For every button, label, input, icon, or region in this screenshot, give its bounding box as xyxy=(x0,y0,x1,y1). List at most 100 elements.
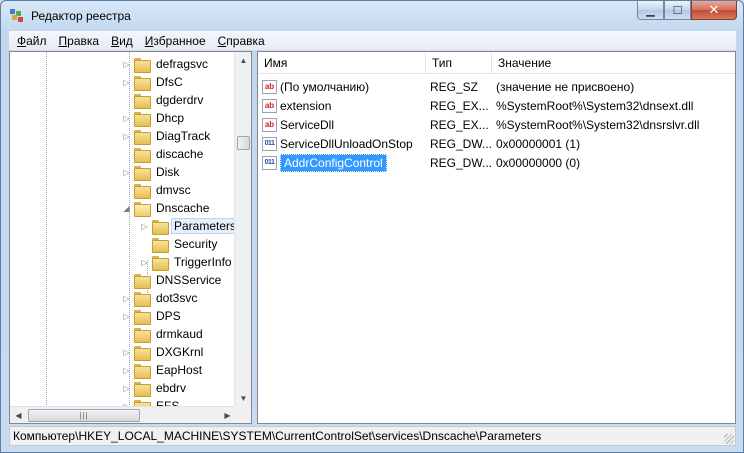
tree-item[interactable]: ▷ EapHost xyxy=(122,361,205,379)
tree-item[interactable]: Security xyxy=(140,235,220,253)
tree-item[interactable]: dgderdrv xyxy=(122,91,206,109)
value-row[interactable]: 011 ServiceDllUnloadOnStop REG_DW... 0x0000… xyxy=(262,134,735,153)
expand-toggle-icon[interactable]: ▷ xyxy=(122,132,131,141)
tree-item-label: Dhcp xyxy=(156,111,185,125)
value-name: (По умолчанию) xyxy=(280,79,370,94)
expand-toggle-icon[interactable]: ▷ xyxy=(140,222,149,231)
tree-item-label: DNSService xyxy=(156,273,222,287)
value-row[interactable]: ab extension REG_EX... %SystemRoot%\System3… xyxy=(262,96,735,115)
tree-item[interactable]: discache xyxy=(122,145,206,163)
expand-toggle-icon[interactable]: ◢ xyxy=(122,204,131,213)
column-header-name[interactable]: Имя xyxy=(258,52,426,74)
value-row[interactable]: ab (По умолчанию) REG_SZ (значение не присв… xyxy=(262,77,735,96)
menu-edit[interactable]: Правка xyxy=(53,34,106,48)
tree-item[interactable]: drmkaud xyxy=(122,325,206,343)
scroll-left-icon[interactable]: ◀ xyxy=(10,407,27,423)
folder-icon xyxy=(152,237,169,253)
string-value-icon: ab xyxy=(262,79,277,94)
expand-toggle-icon[interactable]: ▷ xyxy=(140,258,149,267)
menu-help-label: правка xyxy=(226,33,265,48)
value-data: %SystemRoot%\System32\dnsext.dll xyxy=(496,98,694,113)
tree-item[interactable]: ▷ Disk xyxy=(122,163,182,181)
minimize-button[interactable]: ▁ xyxy=(637,1,664,20)
menu-view[interactable]: Вид xyxy=(105,34,139,48)
menu-file[interactable]: Файл xyxy=(11,34,53,48)
menu-file-mnemonic: Ф xyxy=(17,33,27,48)
value-row[interactable]: 011 AddrConfigControl REG_DW... 0x00000000 … xyxy=(262,153,735,172)
expand-toggle-icon[interactable]: ▷ xyxy=(122,60,131,69)
tree-item-label: Dnscache xyxy=(156,201,210,215)
tree-item-label: drmkaud xyxy=(156,327,203,341)
tree-item[interactable]: ▷ Dhcp xyxy=(122,109,187,127)
binary-value-icon: 011 xyxy=(262,136,277,151)
tree-item-label: DPS xyxy=(156,309,181,323)
tree-item-label: Security xyxy=(174,237,218,251)
expand-toggle-icon[interactable]: ▷ xyxy=(122,78,131,87)
expand-toggle-icon[interactable]: ▷ xyxy=(122,384,131,393)
maximize-button[interactable]: ☐ xyxy=(664,1,691,20)
value-name-cell: ab (По умолчанию) xyxy=(262,79,430,94)
tree-item[interactable]: dmvsc xyxy=(122,181,194,199)
tree-item[interactable]: ▷ DXGKrnl xyxy=(122,343,206,361)
close-button[interactable]: ✕ xyxy=(691,1,737,20)
expand-toggle-icon[interactable]: ▷ xyxy=(122,312,131,321)
value-name-cell: ab ServiceDll xyxy=(262,117,430,132)
registry-editor-window: Редактор реестра ▁ ☐ ✕ Файл Правка Вид И… xyxy=(0,0,744,453)
folder-icon xyxy=(134,309,151,325)
key-tree-pane[interactable]: ▷ defragsvc ▷ DfsC dgderdrv ▷ Dhcp ▷ DiagTrack di… xyxy=(9,51,252,424)
tree-item[interactable]: ▷ defragsvc xyxy=(122,55,211,73)
value-name: ServiceDll xyxy=(280,117,335,132)
resize-grip-icon[interactable] xyxy=(724,434,734,444)
menu-help[interactable]: Справка xyxy=(212,34,271,48)
expand-toggle-icon[interactable]: ▷ xyxy=(122,168,131,177)
tree-item[interactable]: ▷ ebdrv xyxy=(122,379,189,397)
minimize-icon: ▁ xyxy=(646,4,655,17)
tree-vertical-scroll-thumb[interactable] xyxy=(237,136,250,150)
expand-toggle-icon[interactable]: ▷ xyxy=(122,294,131,303)
menu-edit-label: равка xyxy=(67,33,100,48)
expand-toggle-icon[interactable]: ▷ xyxy=(122,366,131,375)
tree-vertical-scrollbar[interactable]: ▲ ▼ xyxy=(234,52,251,407)
tree-item-label: DiagTrack xyxy=(156,129,211,143)
expand-toggle-icon[interactable]: ▷ xyxy=(122,348,131,357)
scroll-grip-icon: ||| xyxy=(79,411,89,420)
tree-item[interactable]: DNSService xyxy=(122,271,224,289)
folder-icon xyxy=(134,291,151,307)
tree-item[interactable]: ▷ Parameters xyxy=(140,217,236,235)
value-row[interactable]: ab ServiceDll REG_EX... %SystemRoot%\System… xyxy=(262,115,735,134)
tree-item-label: dot3svc xyxy=(156,291,198,305)
column-header-type[interactable]: Тип xyxy=(426,52,492,74)
values-list-pane[interactable]: Имя Тип Значение ab (По умолчанию) REG_SZ(… xyxy=(257,51,736,424)
menu-favorites[interactable]: Избранное xyxy=(139,34,212,48)
caption-buttons: ▁ ☐ ✕ xyxy=(637,1,737,21)
tree-item[interactable]: ◢ Dnscache xyxy=(122,199,212,217)
tree-item[interactable]: ▷ DiagTrack xyxy=(122,127,213,145)
tree-item[interactable]: ▷ dot3svc xyxy=(122,289,200,307)
folder-icon xyxy=(134,165,151,181)
value-name: extension xyxy=(280,98,332,113)
tree-item-label: Parameters xyxy=(171,218,236,234)
value-name-cell: 011 AddrConfigControl xyxy=(262,153,430,172)
tree-item[interactable]: ▷ TriggerInfo xyxy=(140,253,235,271)
column-header-value[interactable]: Значение xyxy=(492,52,735,74)
value-type: REG_DW... xyxy=(430,155,493,170)
tree-item[interactable]: ▷ DPS xyxy=(122,307,184,325)
binary-value-icon: 011 xyxy=(262,155,277,170)
status-bar: Компьютер\HKEY_LOCAL_MACHINE\SYSTEM\Curr… xyxy=(9,426,736,446)
title-bar[interactable]: Редактор реестра ▁ ☐ ✕ xyxy=(1,1,743,31)
tree-item-label: ebdrv xyxy=(156,381,187,395)
folder-icon xyxy=(134,201,151,217)
menu-help-mnemonic: С xyxy=(217,33,227,48)
scroll-down-icon[interactable]: ▼ xyxy=(235,390,251,407)
expand-toggle-icon[interactable]: ▷ xyxy=(122,114,131,123)
value-name: AddrConfigControl xyxy=(280,153,387,172)
tree-horizontal-scrollbar[interactable]: ◀ ||| ▶ xyxy=(10,406,236,423)
tree-horizontal-scroll-thumb[interactable]: ||| xyxy=(28,409,140,422)
scroll-up-icon[interactable]: ▲ xyxy=(235,52,251,69)
value-name: ServiceDllUnloadOnStop xyxy=(280,136,413,151)
value-data: 0x00000000 (0) xyxy=(496,155,581,170)
tree-item[interactable]: ▷ DfsC xyxy=(122,73,186,91)
tree-item-label: discache xyxy=(156,147,204,161)
